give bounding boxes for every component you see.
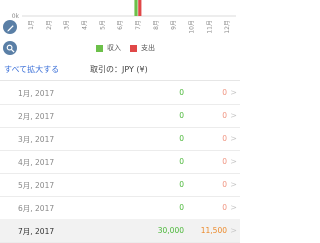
chevron-right-icon: >: [230, 157, 237, 166]
x-tick-label: 6月: [117, 20, 124, 30]
chevron-right-icon: >: [230, 134, 237, 143]
chevron-right-icon: >: [230, 180, 237, 189]
legend-expense: 支出: [130, 43, 155, 53]
x-tick-label: 3月: [64, 20, 71, 30]
expense-value: 0: [222, 157, 227, 166]
search-icon: [6, 44, 15, 53]
month-label: 3月, 2017: [18, 135, 55, 144]
x-tick-label: 10月: [188, 20, 195, 34]
month-label: 7月, 2017: [18, 227, 55, 236]
bar-chart: 0k 1月 2月 3月 4月 5月 6月 7月 8月 9月 10月 11月 12月: [12, 0, 236, 34]
expense-value: 0: [222, 111, 227, 120]
legend-expense-swatch: [130, 44, 137, 52]
expense-value: 0: [222, 203, 227, 212]
month-row[interactable]: 1月, 2017 0 0 >: [0, 81, 240, 105]
x-tick-label: 8月: [153, 20, 160, 30]
search-button[interactable]: [3, 41, 17, 55]
currency-label: 取引の：JPY (¥): [90, 64, 148, 74]
income-value: 0: [179, 111, 184, 120]
month-row[interactable]: 6月, 2017 0 0 >: [0, 196, 240, 220]
income-value: 0: [179, 134, 184, 143]
x-tick-label: 1月: [28, 20, 35, 30]
month-row[interactable]: 3月, 2017 0 0 >: [0, 127, 240, 151]
x-tick-label: 2月: [46, 20, 53, 30]
x-tick-label: 4月: [81, 20, 88, 30]
filter-pen-icon: [6, 24, 14, 32]
x-tick-label: 7月: [135, 20, 142, 30]
expense-value: 0: [222, 134, 227, 143]
chart-legend: 収入 支出: [96, 43, 164, 53]
chevron-right-icon: >: [230, 203, 237, 212]
expand-all-link[interactable]: すべて拡大する: [4, 64, 59, 75]
expense-value: 0: [222, 180, 227, 189]
x-tick-label: 11月: [206, 20, 213, 34]
expense-bar[interactable]: [138, 0, 142, 16]
chevron-right-icon: >: [230, 226, 237, 235]
month-row-selected[interactable]: 7月, 2017 30,000 11,500 >: [0, 219, 240, 243]
chevron-right-icon: >: [230, 111, 237, 120]
month-label: 2月, 2017: [18, 112, 55, 121]
month-label: 5月, 2017: [18, 181, 55, 190]
expense-value: 0: [222, 88, 227, 97]
month-row[interactable]: 2月, 2017 0 0 >: [0, 104, 240, 128]
monthly-chart: 0k 1月 2月 3月 4月 5月 6月 7月 8月 9月 10月 11月 12月 収入 支出: [0, 0, 240, 56]
x-tick-label: 5月: [99, 20, 106, 30]
income-value: 0: [179, 88, 184, 97]
filter-button[interactable]: [3, 20, 17, 34]
month-row[interactable]: 4月, 2017 0 0 >: [0, 150, 240, 174]
income-value: 30,000: [157, 226, 184, 235]
legend-income: 収入: [96, 43, 121, 53]
legend-income-label: 収入: [107, 44, 121, 52]
month-label: 1月, 2017: [18, 89, 55, 98]
income-bar[interactable]: [134, 0, 138, 16]
x-tick-label: 9月: [171, 20, 178, 30]
month-label: 6月, 2017: [18, 204, 55, 213]
income-value: 0: [179, 157, 184, 166]
income-value: 0: [179, 180, 184, 189]
income-value: 0: [179, 203, 184, 212]
legend-expense-label: 支出: [141, 44, 155, 52]
month-row[interactable]: 5月, 2017 0 0 >: [0, 173, 240, 197]
chevron-right-icon: >: [230, 88, 237, 97]
month-label: 4月, 2017: [18, 158, 55, 167]
y-tick-label: 0k: [12, 13, 20, 20]
legend-income-swatch: [96, 44, 103, 52]
x-tick-label: 12月: [224, 20, 231, 34]
expense-value: 11,500: [200, 226, 227, 235]
list-toolbar: すべて拡大する 取引の：JPY (¥): [0, 58, 240, 81]
